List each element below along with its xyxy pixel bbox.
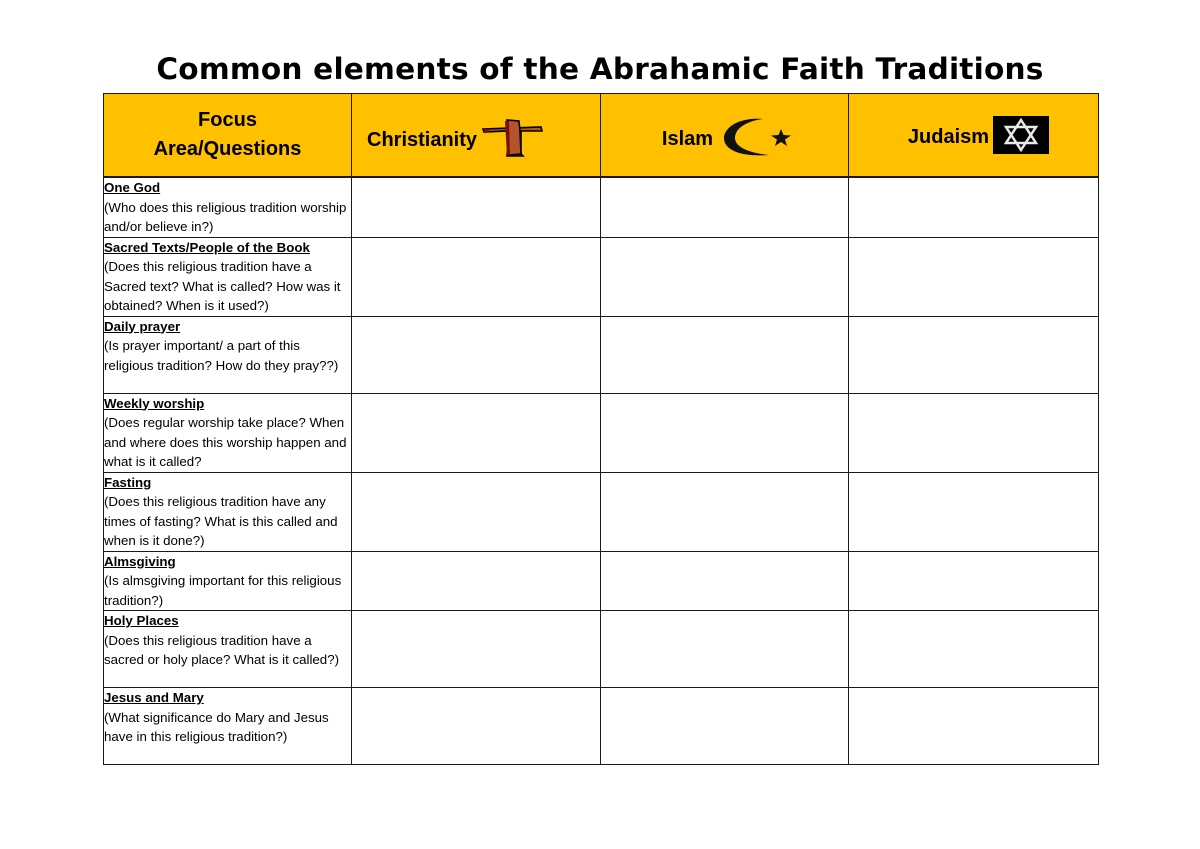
- table-row: Daily prayer (Is prayer important/ a par…: [103, 315, 1099, 394]
- christianity-answer-cell[interactable]: [351, 236, 601, 317]
- header-judaism-label: Judaism: [907, 125, 990, 148]
- star-of-david-icon: [993, 115, 1050, 159]
- judaism-answer-cell[interactable]: [848, 315, 1099, 394]
- header-christianity-label: Christianity: [367, 128, 478, 151]
- topic-cell: Sacred Texts/People of the Book (Does th…: [103, 236, 352, 317]
- judaism-answer-cell[interactable]: [848, 687, 1099, 765]
- table-row: Almsgiving (Is almsgiving important for …: [103, 550, 1099, 611]
- table-row: Fasting (Does this religious tradition h…: [103, 471, 1099, 552]
- header-judaism: Judaism: [848, 93, 1099, 178]
- topic-title: Daily prayer: [104, 318, 181, 334]
- header-focus-line1: Focus: [198, 109, 257, 131]
- topic-title: Fasting: [104, 474, 152, 490]
- topic-cell: Almsgiving (Is almsgiving important for …: [103, 550, 352, 611]
- christianity-answer-cell[interactable]: [351, 610, 601, 688]
- topic-question: (Who does this religious tradition worsh…: [104, 199, 347, 235]
- topic-title: Holy Places: [104, 613, 179, 628]
- table-row: Holy Places (Does this religious traditi…: [103, 610, 1099, 688]
- islam-answer-cell[interactable]: [600, 236, 849, 317]
- header-row: Focus Area/Questions Christianity Islam …: [103, 93, 1099, 178]
- topic-cell: Holy Places (Does this religious traditi…: [103, 610, 352, 688]
- islam-answer-cell[interactable]: [600, 471, 849, 552]
- topic-cell: Jesus and Mary (What significance do Mar…: [103, 687, 352, 765]
- topic-question: (Does this religious tradition have any …: [104, 494, 338, 548]
- topic-question: (Does this religious tradition have a Sa…: [104, 259, 341, 313]
- header-islam-label: Islam: [661, 127, 714, 150]
- islam-answer-cell[interactable]: [600, 687, 849, 765]
- topic-cell: One God (Who does this religious traditi…: [103, 176, 352, 238]
- judaism-answer-cell[interactable]: [848, 176, 1099, 238]
- christianity-answer-cell[interactable]: [351, 176, 601, 238]
- document-title: Common elements of the Abrahamic Faith T…: [156, 52, 1044, 86]
- topic-title: Sacred Texts/People of the Book: [104, 239, 310, 255]
- topic-cell: Weekly worship (Does regular worship tak…: [103, 392, 352, 473]
- table-row: One God (Who does this religious traditi…: [103, 176, 1099, 238]
- judaism-answer-cell[interactable]: [848, 550, 1099, 611]
- table-row: Jesus and Mary (What significance do Mar…: [103, 687, 1099, 765]
- christianity-answer-cell[interactable]: [351, 392, 601, 473]
- table-row: Weekly worship (Does regular worship tak…: [103, 392, 1099, 473]
- header-focus-area: Focus Area/Questions: [103, 93, 352, 178]
- christianity-answer-cell[interactable]: [351, 687, 601, 765]
- christianity-answer-cell[interactable]: [351, 471, 601, 552]
- judaism-answer-cell[interactable]: [848, 392, 1099, 473]
- topic-question: (Is almsgiving important for this religi…: [104, 573, 342, 608]
- topic-cell: Fasting (Does this religious tradition h…: [103, 471, 352, 552]
- cross-icon: [481, 116, 551, 165]
- topic-question: (Is prayer important/ a part of this rel…: [104, 338, 339, 373]
- judaism-answer-cell[interactable]: [848, 471, 1099, 552]
- header-islam: Islam: [600, 93, 849, 178]
- judaism-answer-cell[interactable]: [848, 236, 1099, 317]
- islam-answer-cell[interactable]: [600, 610, 849, 688]
- topic-title: One God: [104, 180, 161, 195]
- topic-title: Weekly worship: [104, 395, 205, 411]
- header-focus-line2: Area/Questions: [153, 138, 302, 160]
- topic-question: (Does this religious tradition have a sa…: [104, 632, 340, 668]
- topic-question: (What significance do Mary and Jesus hav…: [104, 709, 329, 745]
- topic-cell: Daily prayer (Is prayer important/ a par…: [103, 315, 352, 394]
- islam-answer-cell[interactable]: [600, 315, 849, 394]
- crescent-star-icon: [717, 115, 801, 164]
- islam-answer-cell[interactable]: [600, 392, 849, 473]
- topic-title: Jesus and Mary: [104, 690, 204, 705]
- islam-answer-cell[interactable]: [600, 550, 849, 611]
- comparison-table: Focus Area/Questions Christianity Islam …: [103, 93, 1099, 765]
- topic-title: Almsgiving: [104, 553, 176, 569]
- islam-answer-cell[interactable]: [600, 176, 849, 238]
- christianity-answer-cell[interactable]: [351, 315, 601, 394]
- christianity-answer-cell[interactable]: [351, 550, 601, 611]
- judaism-answer-cell[interactable]: [848, 610, 1099, 688]
- topic-question: (Does regular worship take place? When a…: [104, 415, 347, 469]
- table-row: Sacred Texts/People of the Book (Does th…: [103, 236, 1099, 317]
- header-christianity: Christianity: [351, 93, 601, 178]
